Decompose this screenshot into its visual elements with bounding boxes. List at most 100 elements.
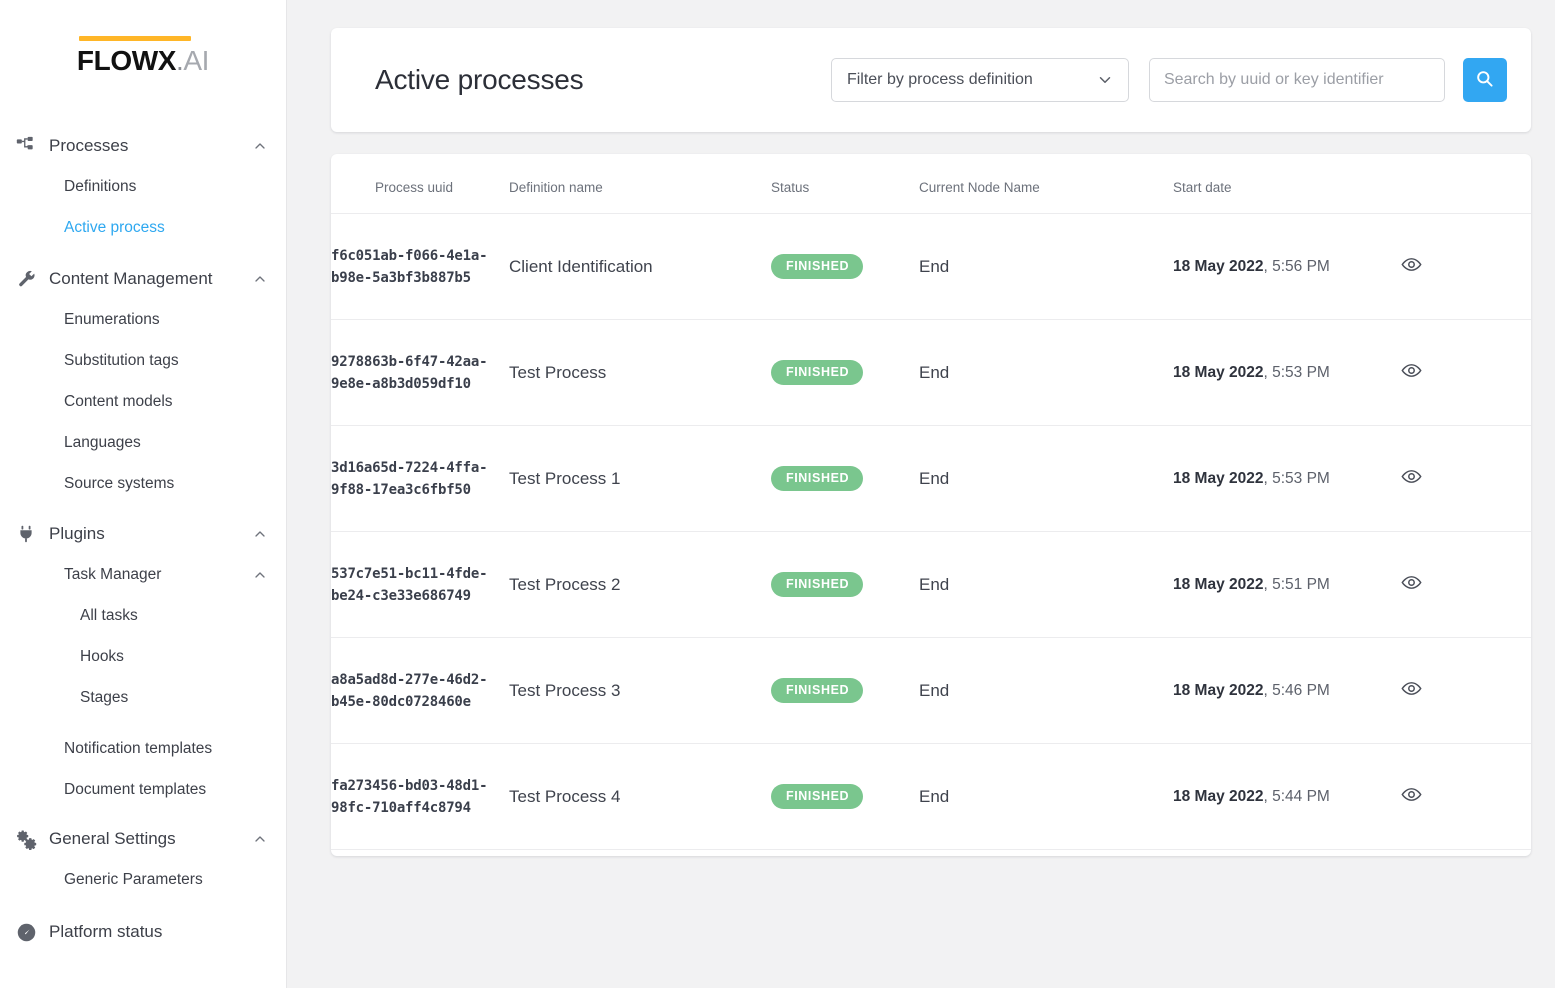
sidebar-item-all-tasks[interactable]: All tasks: [0, 595, 286, 636]
sidebar-item-label: All tasks: [80, 606, 138, 624]
sidebar-item-enumerations[interactable]: Enumerations: [0, 299, 286, 340]
sidebar: FLOWX.AI Processes Definitions Active pr…: [0, 0, 287, 988]
cell-current-node: End: [919, 637, 1173, 744]
sidebar-item-label: Hooks: [80, 647, 124, 665]
cell-start-date: 18 May 2022, 5:56 PM: [1173, 213, 1401, 320]
view-process-button[interactable]: [1401, 360, 1422, 384]
start-date-time: , 5:51 PM: [1263, 575, 1330, 593]
column-header-definition-name: Definition name: [509, 154, 771, 214]
search-field-wrapper[interactable]: [1148, 58, 1445, 102]
chevron-up-icon[interactable]: [252, 567, 268, 583]
logo-ai-text: AI: [183, 45, 210, 76]
table-row[interactable]: 9278863b-6f47-42aa-9e8e-a8b3d059df10 Tes…: [331, 319, 1531, 426]
table-row[interactable]: 537c7e51-bc11-4fde-be24-c3e33e686749 Tes…: [331, 531, 1531, 638]
table-row[interactable]: fa273456-bd03-48d1-98fc-710aff4c8794 Tes…: [331, 743, 1531, 850]
view-process-button[interactable]: [1401, 678, 1422, 702]
sidebar-item-label: Substitution tags: [64, 351, 179, 369]
table-head: Process uuid Definition name Status Curr…: [331, 154, 1531, 214]
start-date-day: 18 May 2022: [1173, 469, 1264, 487]
filter-selected-label: Filter by process definition: [846, 71, 1033, 88]
processes-table-card: Process uuid Definition name Status Curr…: [331, 154, 1531, 856]
status-badge: FINISHED: [771, 678, 864, 703]
view-process-button[interactable]: [1401, 254, 1422, 278]
cell-start-date: 18 May 2022, 5:51 PM: [1173, 531, 1401, 638]
sidebar-item-active-process[interactable]: Active process: [0, 207, 286, 248]
chevron-up-icon[interactable]: [252, 526, 268, 542]
sidebar-item-platform-status[interactable]: Platform status: [0, 912, 286, 952]
sidebar-item-label: Platform status: [49, 922, 163, 941]
chevron-up-icon[interactable]: [252, 138, 268, 154]
sidebar-item-content-models[interactable]: Content models: [0, 381, 286, 422]
process-definition-filter[interactable]: Filter by process definition: [830, 58, 1129, 102]
table-row[interactable]: f6c051ab-f066-4e1a-b98e-5a3bf3b887b5 Cli…: [331, 213, 1531, 320]
sidebar-nav: Processes Definitions Active process Con…: [0, 126, 286, 952]
sidebar-subgroup-task-manager[interactable]: Task Manager: [0, 554, 286, 595]
page-title: Active processes: [375, 64, 584, 95]
sidebar-item-substitution-tags[interactable]: Substitution tags: [0, 340, 286, 381]
cell-start-date: 18 May 2022, 5:44 PM: [1173, 743, 1401, 850]
sidebar-item-label: Enumerations: [64, 310, 160, 328]
cell-actions: [1401, 849, 1531, 856]
cell-definition-name: Test Process 2: [509, 531, 771, 638]
wrench-icon: [14, 267, 38, 291]
column-header-start-date: Start date: [1173, 154, 1401, 214]
sidebar-group-general-settings[interactable]: General Settings: [0, 819, 286, 859]
cell-process-uuid: fa273456-bd03-48d1-98fc-710aff4c8794: [331, 743, 509, 850]
sidebar-group-plugins[interactable]: Plugins: [0, 514, 286, 554]
sidebar-group-processes[interactable]: Processes: [0, 126, 286, 166]
sidebar-item-document-templates[interactable]: Document templates: [0, 769, 286, 810]
table-row[interactable]: 3d16a65d-7224-4ffa-9f88-17ea3c6fbf50 Tes…: [331, 425, 1531, 532]
cell-current-node: End: [919, 213, 1173, 320]
view-process-button[interactable]: [1401, 784, 1422, 808]
gears-icon: [14, 827, 38, 851]
start-date-time: , 5:53 PM: [1263, 363, 1330, 381]
sidebar-group-content-management[interactable]: Content Management: [0, 259, 286, 299]
cell-definition-name: Test Process: [509, 319, 771, 426]
cell-status: FINISHED: [771, 425, 919, 532]
sidebar-group-label: General Settings: [49, 829, 176, 848]
start-date-day: 18 May 2022: [1173, 575, 1264, 593]
eye-icon: [1401, 360, 1422, 384]
logo-wrap: FLOWX.AI: [0, 0, 286, 78]
sidebar-item-definitions[interactable]: Definitions: [0, 166, 286, 207]
chevron-up-icon[interactable]: [252, 831, 268, 847]
sidebar-item-label: Generic Parameters: [64, 870, 203, 888]
cell-process-uuid: 3d16a65d-7224-4ffa-9f88-17ea3c6fbf50: [331, 425, 509, 532]
search-input[interactable]: [1163, 71, 1430, 89]
flowx-logo[interactable]: FLOWX.AI: [77, 36, 209, 78]
cell-actions: [1401, 425, 1531, 532]
app-root: FLOWX.AI Processes Definitions Active pr…: [0, 0, 1555, 988]
chevron-down-icon[interactable]: [1096, 71, 1114, 89]
sidebar-item-stages[interactable]: Stages: [0, 677, 286, 718]
cell-actions: [1401, 213, 1531, 320]
status-badge: FINISHED: [771, 784, 864, 809]
status-badge: FINISHED: [771, 254, 864, 279]
sidebar-item-source-systems[interactable]: Source systems: [0, 463, 286, 504]
cell-actions: [1401, 743, 1531, 850]
status-badge: FINISHED: [771, 360, 864, 385]
cell-definition-name: [509, 849, 771, 856]
search-submit-button[interactable]: [1462, 58, 1507, 102]
chevron-up-icon[interactable]: [252, 271, 268, 287]
column-header-process-uuid: Process uuid: [331, 154, 509, 214]
processes-table: Process uuid Definition name Status Curr…: [331, 154, 1531, 856]
sidebar-item-notification-templates[interactable]: Notification templates: [0, 728, 286, 769]
cell-start-date: 18 May 2022, 5:53 PM: [1173, 425, 1401, 532]
logo-flowx-text: FLOWX: [76, 45, 177, 76]
logo-text: FLOWX.AI: [76, 44, 210, 78]
view-process-button[interactable]: [1401, 466, 1422, 490]
table-row[interactable]: a8a5ad8d-277e-46d2-b45e-80dc0728460e Tes…: [331, 637, 1531, 744]
cell-actions: [1401, 531, 1531, 638]
cell-current-node: End: [919, 743, 1173, 850]
page-header-card: Active processes Filter by process defin…: [331, 28, 1531, 132]
sidebar-item-label: Document templates: [64, 780, 207, 798]
sidebar-item-hooks[interactable]: Hooks: [0, 636, 286, 677]
view-process-button[interactable]: [1401, 572, 1422, 596]
table-row-clipped[interactable]: 457810fc-4469: [331, 849, 1531, 856]
sidebar-item-languages[interactable]: Languages: [0, 422, 286, 463]
sidebar-item-generic-parameters[interactable]: Generic Parameters: [0, 859, 286, 900]
cell-definition-name: Test Process 1: [509, 425, 771, 532]
column-header-status: Status: [771, 154, 919, 214]
eye-icon: [1401, 466, 1422, 490]
eye-icon: [1401, 254, 1422, 278]
